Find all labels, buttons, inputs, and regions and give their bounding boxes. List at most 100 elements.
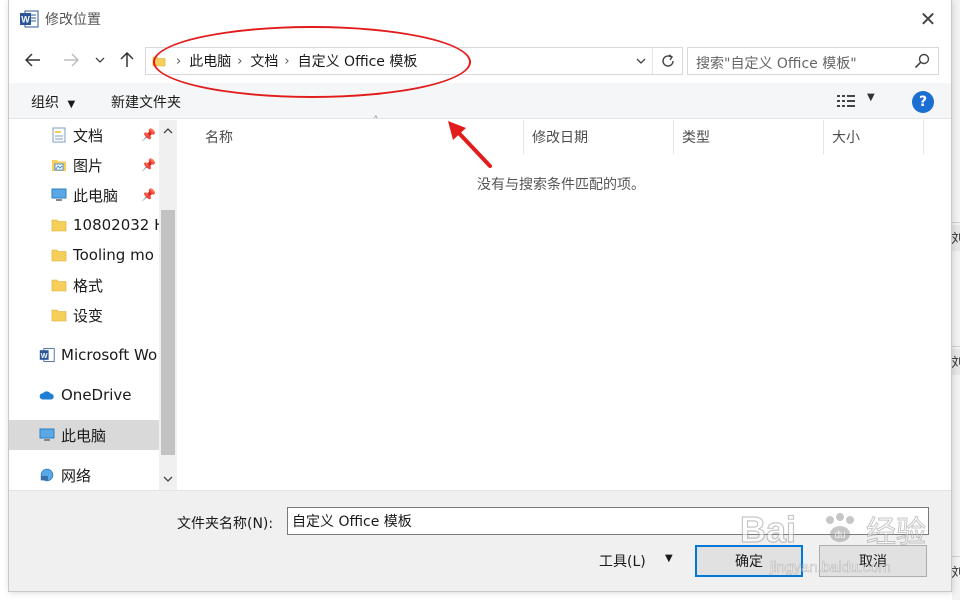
folder-icon <box>51 277 67 293</box>
folder-icon <box>51 307 67 323</box>
pin-icon[interactable]: 📌 <box>141 128 156 142</box>
sidebar-item-label: 此电脑 <box>61 426 107 445</box>
organize-label: 组织 <box>31 95 59 111</box>
command-bar: 组织 ▼ 新建文件夹 ▼ ? <box>9 83 951 119</box>
sidebar-item-this-pc-pinned[interactable]: 此电脑 📌 <box>9 180 159 210</box>
tools-menu[interactable]: 工具(L) <box>599 551 646 571</box>
address-dropdown-button[interactable] <box>630 48 652 74</box>
help-icon: ? <box>918 94 928 110</box>
pin-icon[interactable]: 📌 <box>141 158 156 172</box>
forward-button[interactable] <box>57 46 85 74</box>
sidebar-item-onedrive[interactable]: OneDrive <box>9 380 159 410</box>
watermark-url: jingyan.baidu.com <box>769 559 891 576</box>
arrow-left-icon <box>25 53 40 67</box>
background-text: 刘 <box>951 566 960 581</box>
chevron-down-icon <box>636 58 646 64</box>
sidebar-item-this-pc[interactable]: 此电脑 <box>9 420 159 450</box>
help-button[interactable]: ? <box>912 91 934 113</box>
sidebar-item-label: 格式 <box>73 276 104 295</box>
svg-text:W: W <box>21 15 30 25</box>
refresh-icon <box>661 54 674 67</box>
scrollbar-thumb[interactable] <box>161 210 175 455</box>
background-divider <box>952 346 960 347</box>
navigation-bar: › 此电脑 › 文档 › 自定义 Office 模板 搜索"自定义 Office… <box>9 42 951 78</box>
annotation-ellipse <box>153 26 471 98</box>
background-divider <box>952 556 960 557</box>
word-icon: W <box>20 10 39 28</box>
close-icon: ✕ <box>919 7 937 31</box>
watermark-brand-cn: 经验 <box>866 515 926 550</box>
recent-locations-button[interactable] <box>91 46 109 74</box>
sidebar-item-folder-change[interactable]: 设变 <box>9 300 159 330</box>
sidebar-item-network[interactable]: 网络 <box>9 460 159 490</box>
watermark-brand: Bai <box>740 509 796 550</box>
cloud-icon <box>39 387 55 403</box>
background-app <box>952 0 960 600</box>
navigation-pane: 文档 📌 图片 📌 此电脑 📌 10802032 H Tooling mo 格式… <box>9 120 179 490</box>
window-title: 修改位置 <box>45 12 101 28</box>
network-icon <box>39 467 55 483</box>
background-text: 刘 <box>951 232 960 247</box>
caret-down-icon[interactable]: ▼ <box>665 553 673 564</box>
background-divider <box>952 222 960 223</box>
sidebar-item-label: 此电脑 <box>73 186 119 205</box>
screen: 刘 刘 刘 W 修改位置 ✕ › 此电脑 › 文档 › 自定义 Office 模… <box>0 0 960 600</box>
sidebar-item-microsoft-word[interactable]: W Microsoft Wo <box>9 340 159 370</box>
arrow-right-icon <box>64 53 79 67</box>
sidebar-item-label: 图片 <box>73 156 104 175</box>
sidebar-item-label: Microsoft Wo <box>61 346 158 364</box>
sidebar-item-label: 网络 <box>61 466 92 485</box>
computer-icon <box>51 187 67 203</box>
sidebar-item-folder-tooling[interactable]: Tooling mo <box>9 240 159 270</box>
pin-icon[interactable]: 📌 <box>141 188 156 202</box>
column-header-type[interactable]: 类型 <box>674 120 824 154</box>
sidebar-item-folder-format[interactable]: 格式 <box>9 270 159 300</box>
column-header-date[interactable]: 修改日期 <box>524 120 674 154</box>
view-options-button[interactable] <box>837 94 855 108</box>
chevron-down-icon <box>95 57 105 63</box>
file-list: 名称 ˄ 修改日期 类型 大小 没有与搜索条件匹配的项。 <box>179 114 951 490</box>
empty-results-message: 没有与搜索条件匹配的项。 <box>477 177 645 193</box>
svg-text:W: W <box>41 351 48 360</box>
folder-name-label: 文件夹名称(N): <box>177 516 274 532</box>
computer-icon <box>39 427 55 443</box>
search-input[interactable]: 搜索"自定义 Office 模板" <box>696 53 857 73</box>
column-header-size[interactable]: 大小 <box>824 120 924 154</box>
baidu-watermark-logo: Bai du 经验 jingyan.baidu.com <box>739 508 926 576</box>
back-button[interactable] <box>19 46 47 74</box>
caret-down-icon[interactable]: ▼ <box>867 92 875 103</box>
svg-text:du: du <box>834 530 845 541</box>
close-button[interactable]: ✕ <box>905 0 951 38</box>
caret-down-icon: ▼ <box>67 99 76 110</box>
new-folder-button[interactable]: 新建文件夹 <box>111 92 181 112</box>
sidebar-item-folder-10802032[interactable]: 10802032 H <box>9 210 159 240</box>
sort-ascending-icon: ˄ <box>373 114 379 127</box>
sidebar-item-label: Tooling mo <box>73 246 154 264</box>
organize-menu[interactable]: 组织 ▼ <box>31 92 75 112</box>
pictures-folder-icon <box>51 157 67 173</box>
column-label: 名称 <box>205 130 233 146</box>
arrow-up-icon <box>120 52 134 67</box>
search-icon <box>914 53 930 69</box>
word-icon: W <box>39 347 55 363</box>
up-button[interactable] <box>113 46 141 74</box>
scroll-down-icon[interactable] <box>159 470 177 488</box>
sidebar-item-label: 10802032 H <box>73 216 159 234</box>
sidebar-item-pictures[interactable]: 图片 📌 <box>9 150 159 180</box>
refresh-button[interactable] <box>652 48 682 74</box>
sidebar-item-label: OneDrive <box>61 386 132 404</box>
sidebar-scrollbar[interactable] <box>159 120 177 490</box>
folder-icon <box>51 247 67 263</box>
paw-icon: du <box>826 513 854 542</box>
column-label: 大小 <box>832 130 860 146</box>
document-folder-icon <box>51 127 67 143</box>
background-text: 刘 <box>951 356 960 371</box>
sidebar-item-label: 设变 <box>73 306 104 325</box>
scroll-up-icon[interactable] <box>159 122 177 140</box>
column-label: 修改日期 <box>532 130 588 146</box>
column-label: 类型 <box>682 130 710 146</box>
sidebar-item-documents[interactable]: 文档 📌 <box>9 120 159 150</box>
title-bar: W 修改位置 ✕ <box>9 0 951 38</box>
sidebar-item-label: 文档 <box>73 126 104 145</box>
search-box[interactable]: 搜索"自定义 Office 模板" <box>687 47 939 75</box>
